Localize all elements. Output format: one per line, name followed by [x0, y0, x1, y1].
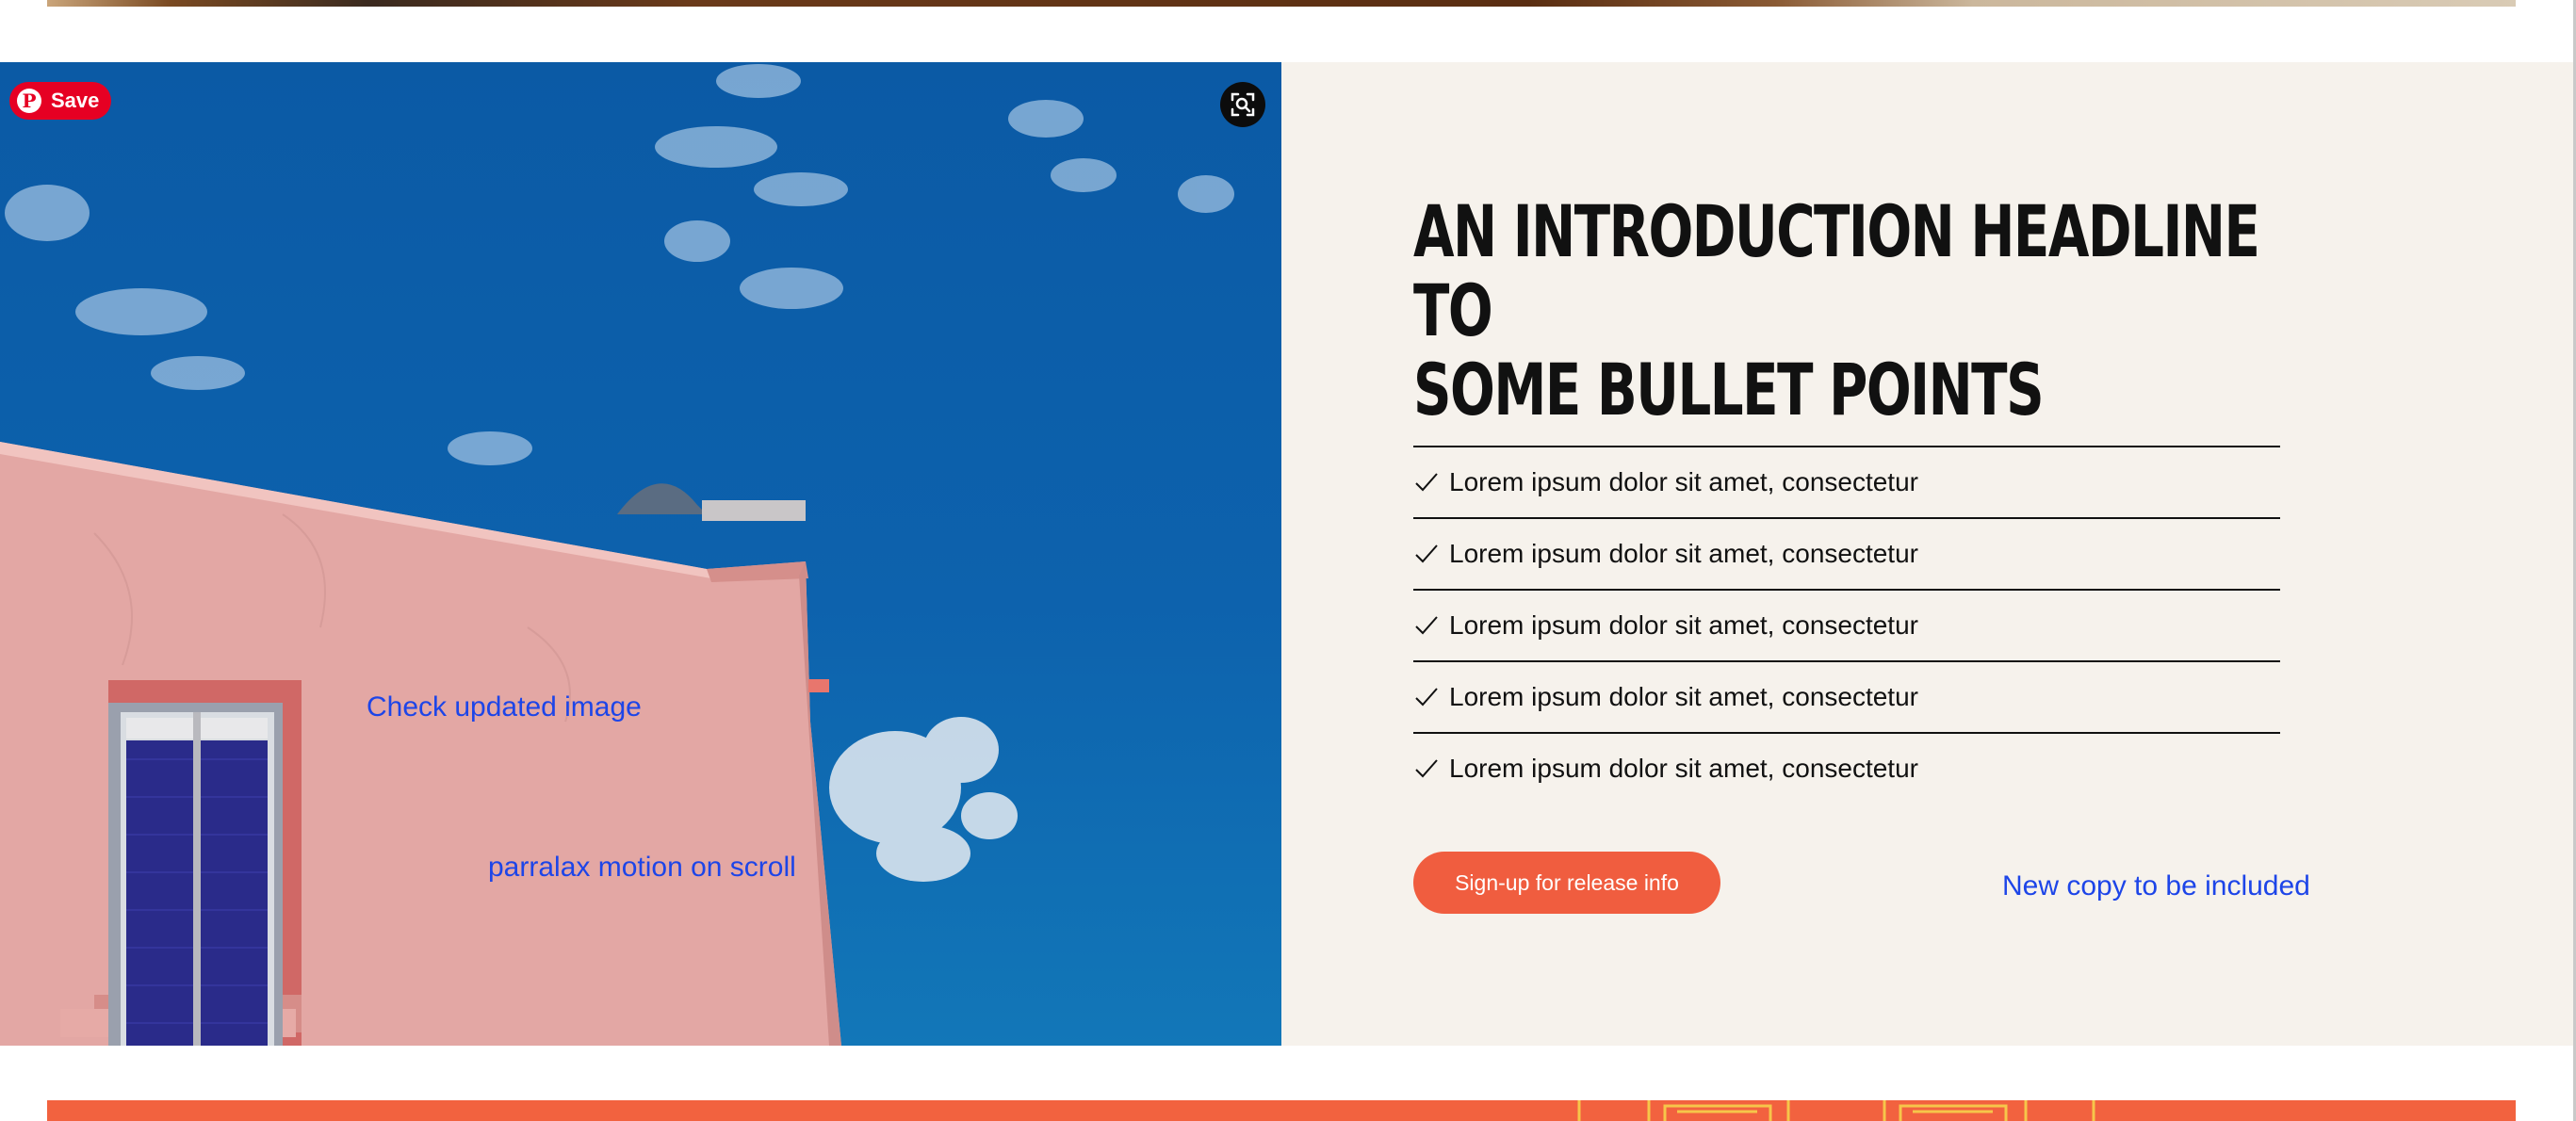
content-panel: AN INTRODUCTION HEADLINE TO SOME BULLET … [1281, 62, 2573, 1046]
page-title: AN INTRODUCTION HEADLINE TO SOME BULLET … [1413, 192, 2320, 430]
check-icon [1415, 473, 1438, 492]
bullet-list: Lorem ipsum dolor sit amet, consectetur … [1413, 446, 2280, 804]
list-item: Lorem ipsum dolor sit amet, consectetur [1413, 660, 2280, 732]
list-item: Lorem ipsum dolor sit amet, consectetur [1413, 589, 2280, 660]
list-item: Lorem ipsum dolor sit amet, consectetur [1413, 732, 2280, 804]
pinterest-save-label: Save [51, 89, 100, 112]
headline-line-1: AN INTRODUCTION HEADLINE TO [1413, 189, 2260, 352]
intro-section: P Save Check updated image parralax moti… [0, 62, 2573, 1046]
signup-button[interactable]: Sign-up for release info [1413, 852, 1720, 914]
pinterest-icon: P [17, 89, 41, 113]
list-item: Lorem ipsum dolor sit amet, consectetur [1413, 446, 2280, 517]
list-item: Lorem ipsum dolor sit amet, consectetur [1413, 517, 2280, 589]
image-note-parallax: parralax motion on scroll [488, 852, 796, 883]
footer-banner [47, 1100, 2516, 1121]
bullet-text: Lorem ipsum dolor sit amet, consectetur [1449, 754, 1918, 783]
check-icon [1415, 544, 1438, 563]
hero-image: P Save Check updated image parralax moti… [0, 62, 1281, 1046]
top-image-strip [47, 0, 2516, 7]
visual-search-icon [1231, 92, 1255, 117]
check-icon [1415, 616, 1438, 635]
pinterest-save-button[interactable]: P Save [9, 82, 111, 120]
footer-illustration [1577, 1100, 2095, 1121]
check-icon [1415, 688, 1438, 707]
bullet-text: Lorem ipsum dolor sit amet, consectetur [1449, 467, 1918, 496]
copy-note: New copy to be included [2002, 870, 2310, 902]
headline-line-2: SOME BULLET POINTS [1413, 348, 2045, 431]
bullet-text: Lorem ipsum dolor sit amet, consectetur [1449, 682, 1918, 711]
visual-search-button[interactable] [1220, 82, 1265, 127]
bullet-text: Lorem ipsum dolor sit amet, consectetur [1449, 610, 1918, 640]
image-note-updated: Check updated image [367, 691, 642, 723]
bullet-text: Lorem ipsum dolor sit amet, consectetur [1449, 539, 1918, 568]
check-icon [1415, 759, 1438, 778]
building-photo [0, 64, 1234, 1046]
